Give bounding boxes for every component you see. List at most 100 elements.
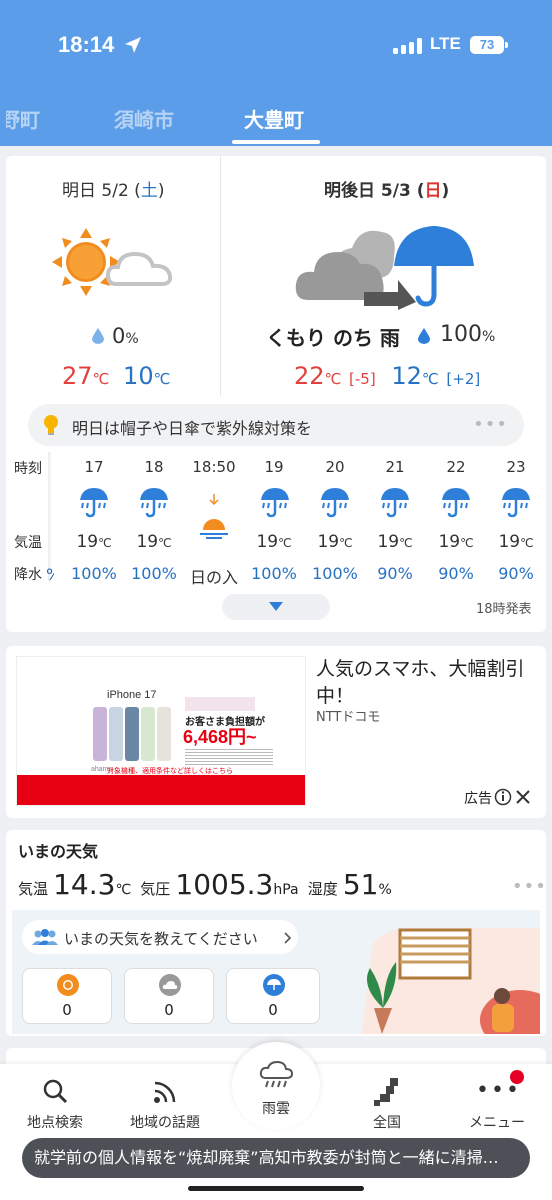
report-rainy-button[interactable]: 0	[226, 968, 320, 1024]
day-after-precip: 100%	[440, 322, 496, 347]
hour-col-22: 22	[446, 458, 466, 476]
ad-red-bar	[17, 775, 305, 805]
hour-temp: 19℃	[317, 532, 353, 552]
current-pressure: 1005.3	[175, 868, 274, 901]
sunset-icon	[200, 494, 228, 539]
temp-row-label: 気温	[14, 535, 42, 551]
clock: 18:14	[58, 32, 115, 57]
ad-choices-icon[interactable]	[494, 788, 512, 806]
more-icon[interactable]: •••	[512, 876, 547, 897]
signal-icon	[393, 38, 422, 54]
umbrella-rain-icon	[381, 488, 409, 518]
day-after-temps: 22℃ [-5] 12℃ [+2]	[294, 362, 481, 390]
tip-banner[interactable]: 明日は帽子や日傘で紫外線対策を •••	[28, 404, 524, 446]
hour-precip: 100%	[131, 564, 177, 583]
nav-rain-radar[interactable]: 雨雲	[232, 1042, 320, 1130]
expand-button[interactable]	[222, 594, 330, 620]
room-illustration	[362, 928, 540, 1034]
close-icon[interactable]	[516, 790, 530, 804]
report-area: いまの天気を教えてください 0 0 0	[12, 910, 540, 1034]
raindrop-icon	[92, 328, 104, 344]
raindrop-icon	[418, 328, 430, 344]
rain-cloud-icon	[259, 1060, 294, 1088]
day-after-condition: くもり のち 雨	[266, 326, 400, 350]
cloud-icon	[159, 974, 181, 996]
current-temp: 14.3	[53, 868, 116, 901]
cloudy-then-rain-icon	[295, 226, 474, 310]
tip-text: 明日は帽子や日傘で紫外線対策を	[72, 419, 313, 438]
umbrella-rain-icon	[261, 488, 289, 518]
network-type: LTE	[430, 34, 461, 53]
hour-precip: 90%	[438, 564, 474, 583]
header: 18:14 LTE 73 野町 須崎市 大豊町	[0, 0, 552, 146]
tab-susaki[interactable]: 須崎市	[114, 104, 174, 133]
hour-temp: 19℃	[438, 532, 474, 552]
hour-precip: 90%	[377, 564, 413, 583]
ad-footer: 対象機種、適用条件など詳しくはこちら	[107, 767, 233, 775]
umbrella-icon	[263, 974, 285, 996]
umbrella-rain-icon	[80, 488, 108, 518]
sun-icon	[57, 974, 79, 996]
hour-col-18: 18	[144, 458, 164, 476]
ad-fineprint	[185, 747, 273, 765]
chevron-right-icon	[284, 932, 292, 944]
report-cloudy-button[interactable]: 0	[124, 968, 214, 1024]
umbrella-rain-icon	[442, 488, 470, 518]
hour-col-21: 21	[385, 458, 405, 476]
status-bar: 18:14 LTE 73	[0, 28, 552, 64]
current-humidity: 51	[342, 868, 379, 901]
battery-icon: 73	[470, 36, 508, 54]
hour-col-20: 20	[325, 458, 345, 476]
hour-temp: 19℃	[377, 532, 413, 552]
more-icon[interactable]: •••	[473, 414, 508, 435]
hour-col-23: 23	[506, 458, 526, 476]
scroll-shadow	[48, 452, 52, 582]
report-sunny-button[interactable]: 0	[22, 968, 112, 1024]
phone-image	[141, 707, 155, 761]
notification-badge	[510, 1070, 524, 1084]
hour-col-1850: 18:50	[192, 458, 236, 476]
location-arrow-icon	[125, 37, 141, 53]
tomorrow-precip: 0%	[112, 324, 139, 348]
news-toast[interactable]: 就学前の個人情報を“焼却廃棄”高知市教委が封筒と一緒に清掃…	[22, 1138, 530, 1178]
hour-precip: 100%	[71, 564, 117, 583]
umbrella-rain-icon	[502, 488, 530, 518]
chevron-down-icon	[269, 602, 283, 611]
hour-temp: 19℃	[76, 532, 112, 552]
time-row-label: 時刻	[14, 461, 42, 477]
search-icon	[43, 1079, 68, 1104]
hour-precip: 100%	[312, 564, 358, 583]
day-after-header: 明後日 5/3 (日)	[324, 181, 450, 201]
sunny-then-cloudy-icon	[52, 228, 173, 296]
hour-col-19: 19	[264, 458, 284, 476]
ad-label: 広告	[464, 791, 492, 807]
current-readings: 気温 14.3℃ 気圧 1005.3hPa 湿度 51%	[18, 868, 392, 901]
tab-nomachi[interactable]: 野町	[6, 104, 40, 133]
report-prompt-button[interactable]: いまの天気を教えてください	[22, 920, 298, 954]
report-prompt-text: いまの天気を教えてください	[64, 930, 258, 948]
hour-temp: 19℃	[498, 532, 534, 552]
ad-image[interactable]: iPhone 17 お客さま負担額が 6,468円~ ahamo 対象機種、適用…	[16, 656, 306, 806]
ad-sponsor: NTTドコモ	[316, 710, 381, 725]
hour-temp: 19℃	[256, 532, 292, 552]
current-title: いまの天気	[18, 842, 99, 861]
ad-tag	[185, 697, 255, 711]
bottom-nav: 地点検索 地域の話題 雨雲 全国 ••• メニュー	[0, 1042, 552, 1200]
active-tab-indicator	[232, 140, 320, 144]
tab-otoyo[interactable]: 大豊町	[244, 104, 304, 133]
hour-temp: 19℃	[136, 532, 172, 552]
hour-precip: 90%	[498, 564, 534, 583]
ad-price: 6,468円~	[183, 727, 257, 747]
people-icon	[32, 929, 58, 945]
ad-title[interactable]: 人気のスマホ、大幅割引中！	[316, 656, 532, 710]
phone-image	[109, 707, 123, 761]
phone-image	[125, 707, 139, 761]
lightbulb-icon	[44, 415, 58, 435]
rss-icon	[154, 1081, 176, 1103]
issued-time: 18時発表	[476, 602, 532, 617]
ad-brand: iPhone 17	[107, 689, 157, 701]
umbrella-rain-icon	[140, 488, 168, 518]
sunset-label: 日の入	[189, 568, 238, 587]
hour-col-17: 17	[84, 458, 104, 476]
japan-map-icon	[374, 1078, 398, 1106]
